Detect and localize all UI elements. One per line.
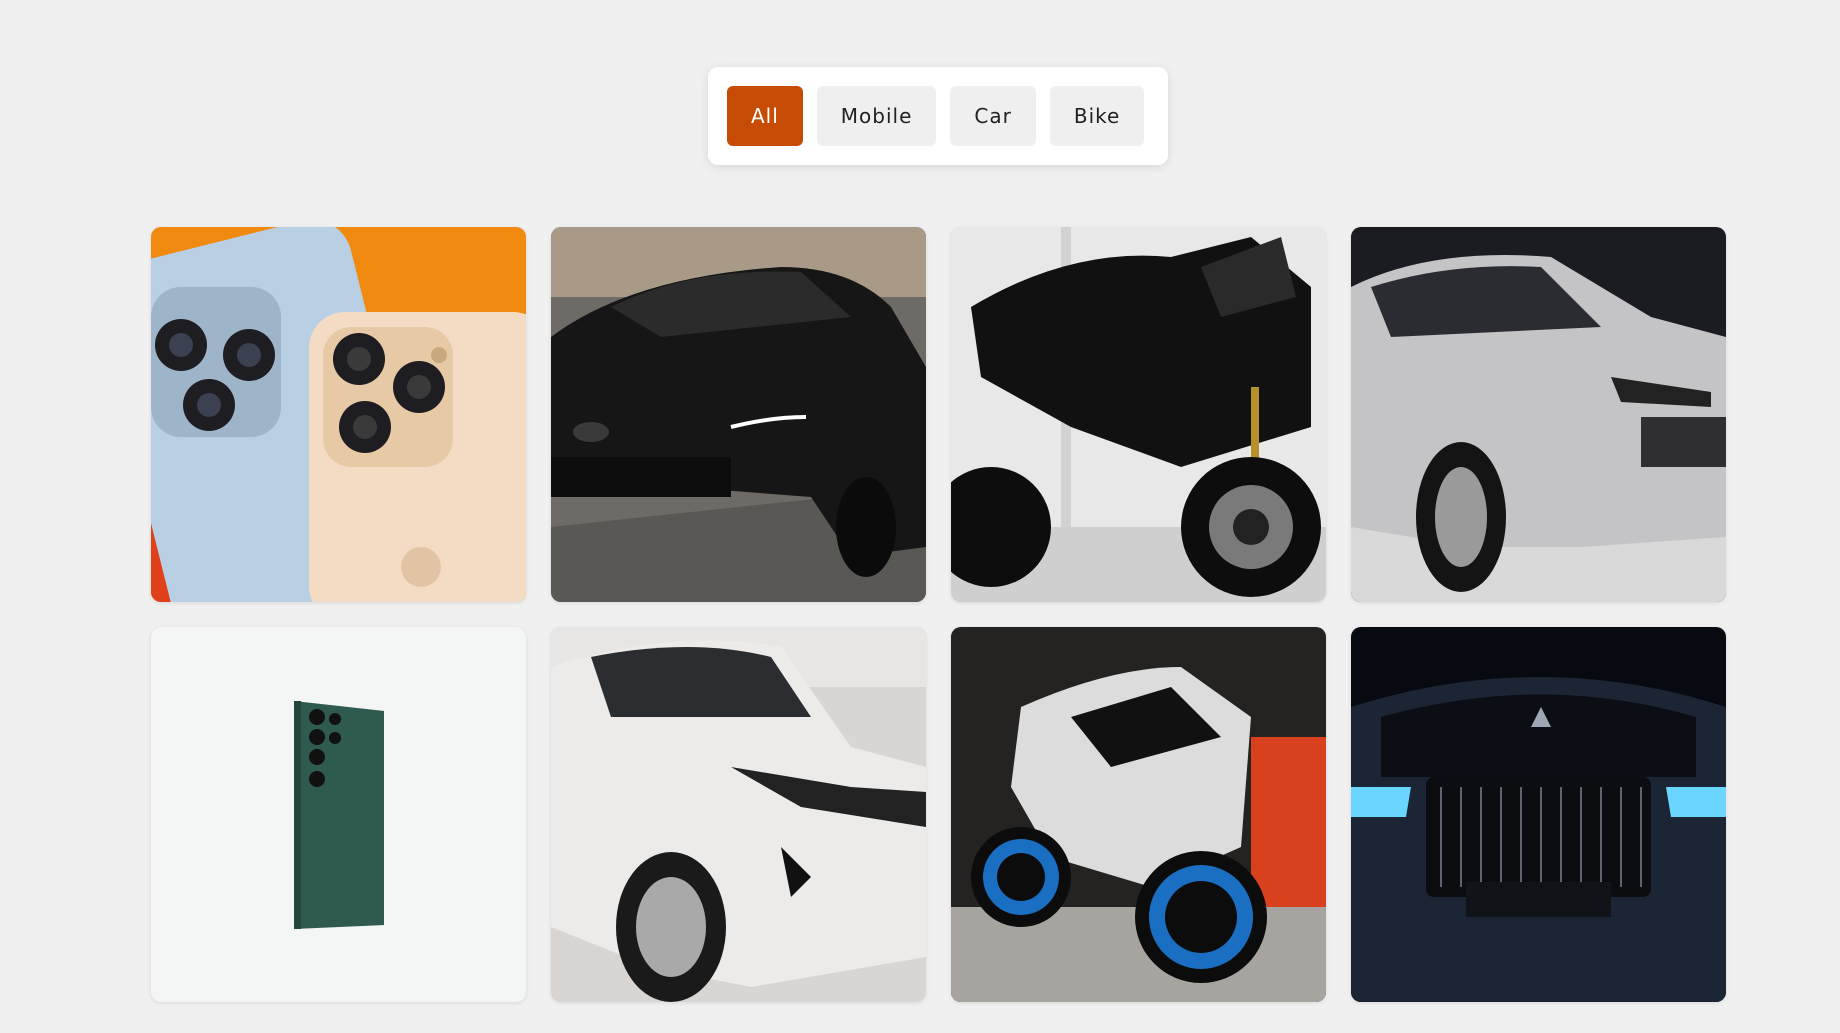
iphone-image: [151, 227, 526, 602]
black-sedan-image: [551, 227, 926, 602]
blue-bike-image: [951, 627, 1326, 1002]
luxury-car-image: [1351, 627, 1726, 1002]
filter-car-button[interactable]: Car: [950, 86, 1036, 146]
filter-mobile-button[interactable]: Mobile: [816, 86, 937, 146]
gallery-item-mobile[interactable]: [151, 227, 526, 602]
gallery-item-car[interactable]: [1351, 227, 1726, 602]
green-phone-image: [151, 627, 526, 1002]
filter-bike-button[interactable]: Bike: [1049, 86, 1145, 146]
gallery-item-bike[interactable]: [951, 227, 1326, 602]
gallery-item-mobile[interactable]: [151, 627, 526, 1002]
gallery-item-bike[interactable]: [951, 627, 1326, 1002]
filter-all-button[interactable]: All: [727, 86, 803, 146]
silver-suv-image: [1351, 227, 1726, 602]
white-suv-image: [551, 627, 926, 1002]
gallery-item-car[interactable]: [1351, 627, 1726, 1002]
filter-bar: All Mobile Car Bike: [708, 67, 1168, 165]
gallery-grid: [151, 227, 1726, 1002]
gallery-item-car[interactable]: [551, 627, 926, 1002]
gallery-item-car[interactable]: [551, 227, 926, 602]
black-bike-image: [951, 227, 1326, 602]
